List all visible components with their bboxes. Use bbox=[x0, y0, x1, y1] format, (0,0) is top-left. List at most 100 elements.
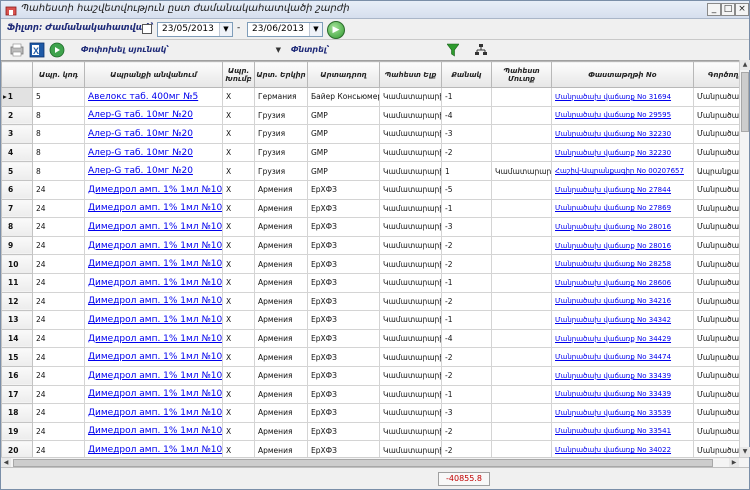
row-number-cell[interactable]: 13 bbox=[1, 310, 33, 330]
chevron-down-icon[interactable]: ▼ bbox=[219, 23, 232, 36]
document-link[interactable]: Մանրածախ վաճառք No 34429 bbox=[555, 335, 671, 343]
vertical-scroll-thumb[interactable] bbox=[741, 72, 749, 132]
row-number-cell[interactable]: 6 bbox=[1, 179, 33, 200]
column-header[interactable]: Ապր. կոդ bbox=[32, 61, 85, 88]
document-link[interactable]: Հաշիվ-Ապրանքագիր No 00207657 bbox=[555, 167, 684, 175]
horizontal-scrollbar[interactable]: ◀ ▶ bbox=[1, 457, 749, 468]
row-number-cell[interactable]: 4 bbox=[1, 142, 33, 163]
table-row[interactable]: 9 24 Димедрол амп. 1% 1мл №10 X Армения ЕрХФЗ… bbox=[1, 235, 739, 256]
date-from-picker[interactable]: 23/05/2013 ▼ bbox=[157, 22, 233, 37]
period-checkbox[interactable] bbox=[142, 24, 152, 34]
table-row[interactable]: 20 24 Димедрол амп. 1% 1мл №10 X Армения ЕрХФ… bbox=[1, 440, 739, 457]
document-link[interactable]: Մանրածախ վաճառք No 34216 bbox=[555, 297, 671, 305]
scroll-down-icon[interactable]: ▼ bbox=[740, 447, 750, 457]
horizontal-scroll-thumb[interactable] bbox=[13, 459, 713, 467]
date-to-picker[interactable]: 23/06/2013 ▼ bbox=[247, 22, 323, 37]
table-row[interactable]: 3 8 Алер-G таб. 10мг №20 X Грузия GMP Կամատարա… bbox=[1, 124, 739, 144]
document-link[interactable]: Մանրածախ վաճառք No 32230 bbox=[555, 130, 671, 138]
table-row[interactable]: 11 24 Димедрол амп. 1% 1мл №10 X Армения ЕрХФ… bbox=[1, 272, 739, 293]
table-row[interactable]: 14 24 Димедрол амп. 1% 1мл №10 X Армения ЕрХФ… bbox=[1, 328, 739, 349]
table-row[interactable]: 12 24 Димедрол амп. 1% 1мл №10 X Армения ЕрХФ… bbox=[1, 291, 739, 312]
column-header[interactable]: Ապրանքի անվանում bbox=[84, 61, 223, 88]
table-row[interactable]: 7 24 Димедрол амп. 1% 1мл №10 X Армения ЕрХФЗ… bbox=[1, 198, 739, 219]
document-link[interactable]: Մանրածախ վաճառք No 27869 bbox=[555, 204, 671, 212]
table-row[interactable]: 13 24 Димедрол амп. 1% 1мл №10 X Армения ЕрХФ… bbox=[1, 310, 739, 330]
close-button[interactable]: × bbox=[735, 3, 749, 16]
table-row[interactable]: 18 24 Димедрол амп. 1% 1мл №10 X Армения ЕрХФ… bbox=[1, 403, 739, 423]
document-link[interactable]: Մանրածախ վաճառք No 29595 bbox=[555, 111, 671, 119]
row-number-cell[interactable]: 10 bbox=[1, 254, 33, 274]
row-number-cell[interactable]: 14 bbox=[1, 328, 33, 349]
product-link[interactable]: Димедрол амп. 1% 1мл №10 bbox=[88, 203, 222, 213]
table-row[interactable]: 6 24 Димедрол амп. 1% 1мл №10 X Армения ЕрХФЗ… bbox=[1, 179, 739, 200]
row-number-cell[interactable]: 12 bbox=[1, 291, 33, 312]
column-header[interactable]: Գործողու bbox=[693, 61, 739, 88]
column-header[interactable]: Պահեստ Ելք bbox=[379, 61, 442, 88]
row-number-cell[interactable]: ▸1 bbox=[1, 87, 33, 107]
row-number-cell[interactable]: 2 bbox=[1, 105, 33, 126]
row-number-cell[interactable]: 3 bbox=[1, 124, 33, 144]
product-link[interactable]: Димедрол амп. 1% 1мл №10 bbox=[88, 259, 222, 269]
row-number-cell[interactable]: 19 bbox=[1, 421, 33, 442]
product-link[interactable]: Димедрол амп. 1% 1мл №10 bbox=[88, 352, 222, 362]
product-link[interactable]: Алер-G таб. 10мг №20 bbox=[88, 110, 193, 120]
document-link[interactable]: Մանրածախ վաճառք No 34022 bbox=[555, 446, 671, 454]
row-number-cell[interactable]: 7 bbox=[1, 198, 33, 219]
product-link[interactable]: Димедрол амп. 1% 1мл №10 bbox=[88, 426, 222, 436]
product-link[interactable]: Димедрол амп. 1% 1мл №10 bbox=[88, 315, 222, 325]
row-number-cell[interactable]: 11 bbox=[1, 272, 33, 293]
document-link[interactable]: Մանրածախ վաճառք No 33541 bbox=[555, 427, 671, 435]
maximize-button[interactable]: □ bbox=[721, 3, 735, 16]
product-link[interactable]: Алер-G таб. 10мг №20 bbox=[88, 148, 193, 158]
chevron-down-icon[interactable]: ▼ bbox=[309, 23, 322, 36]
group-column-combo[interactable]: Փոփոխել սյունակ՝ ▼ bbox=[81, 43, 285, 57]
refresh-icon[interactable] bbox=[49, 42, 65, 58]
column-header[interactable]: Արտադրող bbox=[307, 61, 380, 88]
product-link[interactable]: Алер-G таб. 10мг №20 bbox=[88, 166, 193, 176]
row-number-cell[interactable]: 5 bbox=[1, 161, 33, 181]
funnel-icon[interactable] bbox=[447, 43, 459, 57]
row-number-cell[interactable]: 20 bbox=[1, 440, 33, 457]
document-link[interactable]: Մանրածախ վաճառք No 33439 bbox=[555, 390, 671, 398]
product-link[interactable]: Димедрол амп. 1% 1мл №10 bbox=[88, 222, 222, 232]
document-link[interactable]: Մանրածախ վաճառք No 28606 bbox=[555, 279, 671, 287]
row-number-cell[interactable]: 9 bbox=[1, 235, 33, 256]
table-row[interactable]: 4 8 Алер-G таб. 10мг №20 X Грузия GMP Կամատարա… bbox=[1, 142, 739, 163]
row-number-cell[interactable]: 18 bbox=[1, 403, 33, 423]
row-number-cell[interactable]: 17 bbox=[1, 384, 33, 405]
product-link[interactable]: Димедрол амп. 1% 1мл №10 bbox=[88, 389, 222, 399]
document-link[interactable]: Մանրածախ վաճառք No 33439 bbox=[555, 372, 671, 380]
column-header[interactable]: Ապր. Խումբ bbox=[222, 61, 255, 88]
document-link[interactable]: Մանրածախ վաճառք No 32230 bbox=[555, 149, 671, 157]
product-link[interactable]: Авелокс таб. 400мг №5 bbox=[88, 92, 198, 102]
table-row[interactable]: 2 8 Алер-G таб. 10мг №20 X Грузия GMP Կամատարա… bbox=[1, 105, 739, 126]
product-link[interactable]: Димедрол амп. 1% 1мл №10 bbox=[88, 408, 222, 418]
table-row[interactable]: 19 24 Димедрол амп. 1% 1мл №10 X Армения ЕрХФ… bbox=[1, 421, 739, 442]
minimize-button[interactable]: _ bbox=[707, 3, 721, 16]
table-row[interactable]: 15 24 Димедрол амп. 1% 1мл №10 X Армения ЕрХФ… bbox=[1, 347, 739, 367]
product-link[interactable]: Димедрол амп. 1% 1мл №10 bbox=[88, 278, 222, 288]
product-link[interactable]: Димедрол амп. 1% 1мл №10 bbox=[88, 296, 222, 306]
table-row[interactable]: 17 24 Димедрол амп. 1% 1мл №10 X Армения ЕрХФ… bbox=[1, 384, 739, 405]
document-link[interactable]: Մանրածախ վաճառք No 27844 bbox=[555, 186, 671, 194]
row-number-cell[interactable]: 8 bbox=[1, 217, 33, 237]
tree-structure-icon[interactable] bbox=[475, 43, 487, 57]
table-row[interactable]: ▸1 5 Авелокс таб. 400мг №5 X Германия Байер К… bbox=[1, 87, 739, 107]
column-header[interactable]: Արտ. Երկիր bbox=[254, 61, 308, 88]
row-number-cell[interactable]: 16 bbox=[1, 365, 33, 386]
table-row[interactable]: 5 8 Алер-G таб. 10мг №20 X Грузия GMP Կամատարա… bbox=[1, 161, 739, 181]
green-go-icon[interactable]: ▶ bbox=[327, 21, 345, 39]
product-link[interactable]: Димедрол амп. 1% 1мл №10 bbox=[88, 241, 222, 251]
table-row[interactable]: 8 24 Димедрол амп. 1% 1мл №10 X Армения ЕрХФЗ… bbox=[1, 217, 739, 237]
product-link[interactable]: Димедрол амп. 1% 1мл №10 bbox=[88, 185, 222, 195]
search-combo[interactable]: Փնտրել՝ bbox=[291, 43, 431, 57]
document-link[interactable]: Մանրածախ վաճառք No 31694 bbox=[555, 93, 671, 101]
document-link[interactable]: Մանրածախ վաճառք No 33539 bbox=[555, 409, 671, 417]
product-link[interactable]: Димедрол амп. 1% 1мл №10 bbox=[88, 371, 222, 381]
product-link[interactable]: Алер-G таб. 10мг №20 bbox=[88, 129, 193, 139]
product-link[interactable]: Димедрол амп. 1% 1мл №10 bbox=[88, 445, 222, 455]
document-link[interactable]: Մանրածախ վաճառք No 28016 bbox=[555, 242, 671, 250]
table-row[interactable]: 10 24 Димедрол амп. 1% 1мл №10 X Армения ЕрХФ… bbox=[1, 254, 739, 274]
table-row[interactable]: 16 24 Димедрол амп. 1% 1мл №10 X Армения ЕрХФ… bbox=[1, 365, 739, 386]
product-link[interactable]: Димедрол амп. 1% 1мл №10 bbox=[88, 334, 222, 344]
